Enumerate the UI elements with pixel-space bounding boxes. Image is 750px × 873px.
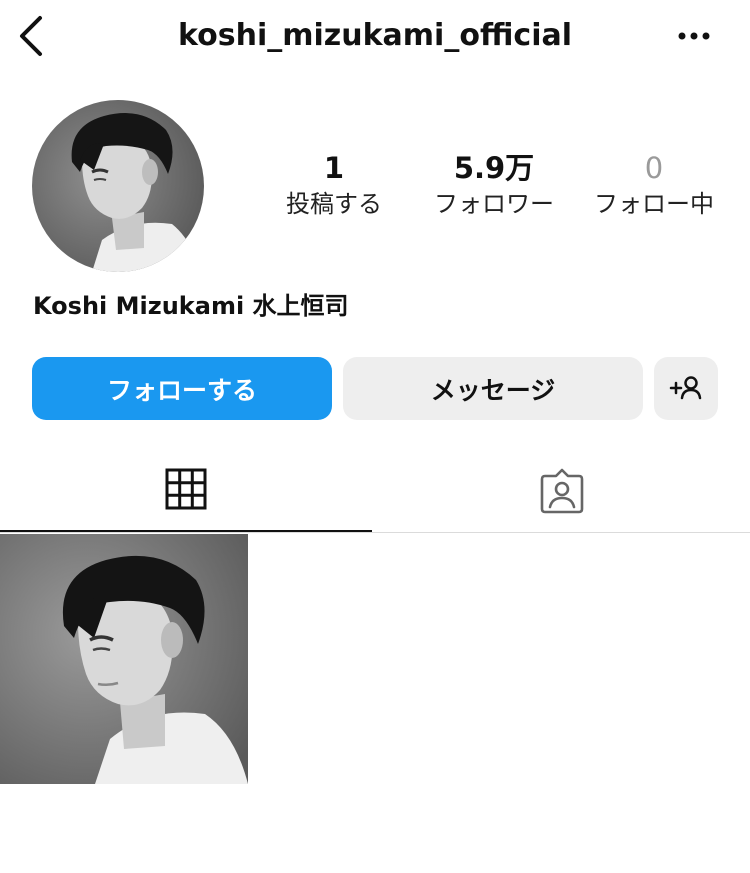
followers-label: フォロワー (434, 190, 554, 218)
stat-following[interactable]: 0 フォロー中 (569, 150, 739, 222)
top-bar: koshi_mizukami_official (0, 0, 750, 72)
tagged-icon (540, 468, 584, 514)
more-options-button[interactable] (676, 24, 716, 48)
posts-label: 投稿する (286, 190, 382, 218)
add-user-icon (669, 376, 702, 400)
following-label: フォロー中 (594, 190, 714, 218)
stat-followers[interactable]: 5.9万 フォロワー (409, 150, 579, 222)
message-button[interactable]: メッセージ (343, 357, 643, 420)
posts-count: 1 (323, 151, 345, 185)
profile-username: koshi_mizukami_official (177, 18, 572, 53)
follow-button[interactable]: フォローする (32, 357, 332, 420)
tab-posts-grid[interactable] (0, 450, 372, 532)
profile-avatar[interactable] (32, 100, 204, 272)
tab-divider (0, 532, 750, 533)
grid-icon (165, 468, 207, 510)
profile-display-name: Koshi Mizukami 水上恒司 (33, 292, 349, 320)
following-count: 0 (644, 151, 664, 185)
portrait-photo (0, 534, 248, 784)
tab-tagged[interactable] (377, 450, 749, 532)
more-horizontal-icon (678, 32, 710, 40)
portrait-photo (32, 100, 204, 272)
post-thumbnail[interactable] (0, 534, 248, 784)
stat-posts[interactable]: 1 投稿する (249, 150, 419, 222)
add-user-button[interactable] (654, 357, 718, 420)
followers-count: 5.9万 (453, 151, 535, 185)
